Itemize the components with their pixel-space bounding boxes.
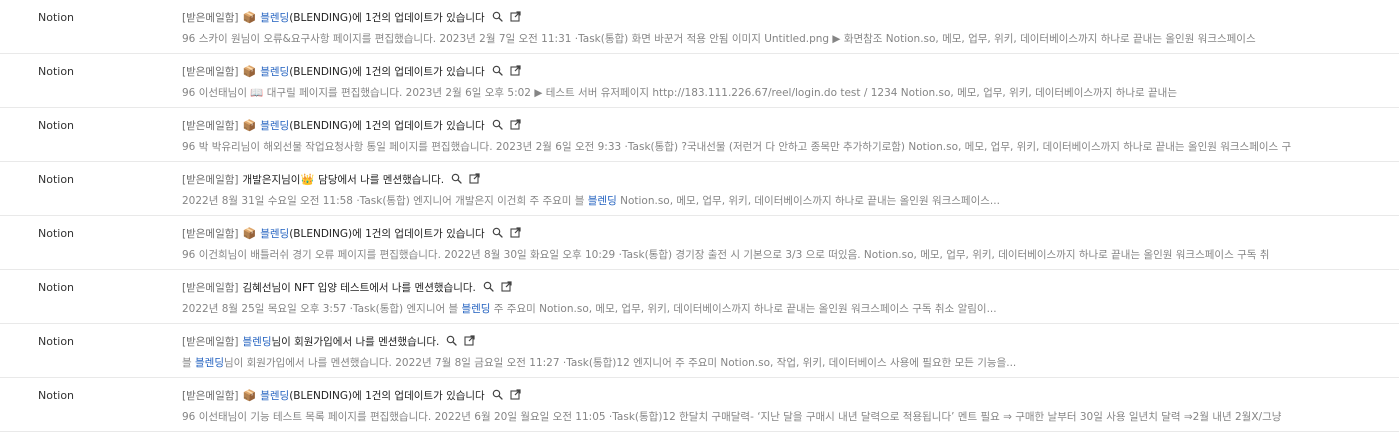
- open-external-icon[interactable]: [464, 334, 476, 346]
- subject-emoji-icon: 📦: [242, 388, 257, 402]
- mail-row[interactable]: Notion [받은메일함] 📦 블렌딩 (BLENDING)에 1건의 업데이트가 있…: [0, 54, 1399, 108]
- sender-name: Notion: [38, 65, 75, 78]
- workspace-link[interactable]: 블렌딩: [260, 118, 289, 133]
- subject-emoji-icon: 📦: [242, 64, 257, 78]
- search-icon[interactable]: [492, 11, 503, 22]
- mail-list: Notion [받은메일함] 📦 블렌딩 (BLENDING)에 1건의 업데이트가 있…: [0, 0, 1399, 437]
- open-external-icon[interactable]: [501, 280, 512, 292]
- subject-line[interactable]: [받은메일함] 📦 블렌딩 (BLENDING)에 1건의 업데이트가 있습니다: [182, 9, 521, 25]
- search-icon[interactable]: [492, 389, 503, 400]
- preview-text: 블: [182, 357, 195, 369]
- subject-line[interactable]: [받은메일함] 📦 블렌딩 (BLENDING)에 1건의 업데이트가 있습니다: [182, 225, 521, 241]
- preview-text: 96 이건희님이 배틀러쉬 경기 오류 페이지를 편집했습니다. 2022년 8…: [182, 249, 1270, 261]
- subject-text: (BLENDING)에 1건의 업데이트가 있습니다: [289, 119, 485, 132]
- message-preview: 블 블렌딩님이 회원가입에서 나를 멘션했습니다. 2022년 7월 8일 금요…: [182, 355, 1352, 370]
- message-preview: 2022년 8월 25일 목요일 오후 3:57 ·Task(통합) 엔지니어 …: [182, 301, 1352, 316]
- subject-emoji-icon: 📦: [242, 118, 257, 132]
- subject-text: 개발은지님이: [242, 173, 301, 186]
- workspace-link[interactable]: 블렌딩: [260, 10, 289, 25]
- subject-line[interactable]: [받은메일함] 📦 블렌딩 (BLENDING)에 1건의 업데이트가 있습니다: [182, 63, 521, 79]
- mail-row[interactable]: Notion [받은메일함] 김혜선님이 NFT 입양 테스트에서 나를 멘션했습니…: [0, 270, 1399, 324]
- subject-text: (BLENDING)에 1건의 업데이트가 있습니다: [289, 11, 485, 24]
- message-preview: 96 스카이 원님이 오류&요구사항 페이지를 편집했습니다. 2023년 2월…: [182, 31, 1352, 46]
- mail-row[interactable]: Notion [받은메일함] 블렌딩 님이 회원가입에서 나를 멘션했습니다. 블 블렌…: [0, 324, 1399, 378]
- subject-text: (BLENDING)에 1건의 업데이트가 있습니다: [289, 227, 485, 240]
- search-icon[interactable]: [483, 281, 494, 292]
- subject-emoji-icon: 👑: [300, 172, 315, 186]
- workspace-link[interactable]: 블렌딩: [260, 64, 289, 79]
- sender-name: Notion: [38, 173, 75, 186]
- preview-text: 2022년 8월 25일 목요일 오후 3:57 ·Task(통합) 엔지니어 …: [182, 303, 462, 315]
- sender-name: Notion: [38, 281, 75, 294]
- mailbox-tag: [받은메일함]: [182, 119, 239, 132]
- preview-text: 님이 회원가입에서 나를 멘션했습니다. 2022년 7월 8일 금요일 오전 …: [223, 357, 1017, 369]
- mail-row[interactable]: Notion [받은메일함] 📦 블렌딩 (BLENDING)에 1건의 업데이트가 있…: [0, 108, 1399, 162]
- subject-text: 김혜선님이 NFT 입양 테스트에서 나를 멘션했습니다.: [242, 281, 476, 294]
- sender-name: Notion: [38, 119, 75, 132]
- sender-name: Notion: [38, 227, 75, 240]
- subject-text: (BLENDING)에 1건의 업데이트가 있습니다: [289, 389, 485, 402]
- mail-row[interactable]: Notion [받은메일함] 📦 블렌딩 (BLENDING)에 1건의 업데이트가 있…: [0, 378, 1399, 432]
- preview-text: 주 주요미 Notion.so, 메모, 업무, 위키, 데이터베이스까지 하나…: [490, 303, 997, 315]
- message-preview: 2022년 8월 31일 수요일 오전 11:58 ·Task(통합) 엔지니어…: [182, 193, 1352, 208]
- sender-name: Notion: [38, 335, 75, 348]
- mailbox-tag: [받은메일함]: [182, 389, 239, 402]
- message-preview: 96 박 박유리님이 해외선물 작업요청사항 통일 페이지를 편집했습니다. 2…: [182, 139, 1352, 154]
- workspace-link[interactable]: 블렌딩: [260, 226, 289, 241]
- sender-name: Notion: [38, 389, 75, 402]
- subject-line[interactable]: [받은메일함] 📦 블렌딩 (BLENDING)에 1건의 업데이트가 있습니다: [182, 117, 521, 133]
- preview-text: 96 박 박유리님이 해외선물 작업요청사항 통일 페이지를 편집했습니다. 2…: [182, 141, 1292, 153]
- mailbox-tag: [받은메일함]: [182, 335, 239, 348]
- mailbox-tag: [받은메일함]: [182, 65, 239, 78]
- preview-text: 96 이선태님이 기능 테스트 목록 페이지를 편집했습니다. 2022년 6월…: [182, 411, 1282, 423]
- subject-line[interactable]: [받은메일함] 김혜선님이 NFT 입양 테스트에서 나를 멘션했습니다.: [182, 279, 512, 295]
- preview-workspace-link[interactable]: 블렌딩: [195, 357, 224, 369]
- mailbox-tag: [받은메일함]: [182, 227, 239, 240]
- open-external-icon[interactable]: [510, 226, 521, 238]
- subject-emoji-icon: 📦: [242, 10, 257, 24]
- search-icon[interactable]: [492, 227, 503, 238]
- mailbox-tag: [받은메일함]: [182, 281, 239, 294]
- open-external-icon[interactable]: [510, 10, 521, 22]
- search-icon[interactable]: [446, 335, 458, 346]
- subject-emoji-icon: 📦: [242, 226, 257, 240]
- preview-workspace-link[interactable]: 블렌딩: [461, 303, 490, 315]
- mail-row[interactable]: Notion [받은메일함] 개발은지님이 👑 담당에서 나를 멘션했습니다. 202…: [0, 162, 1399, 216]
- message-preview: 96 이건희님이 배틀러쉬 경기 오류 페이지를 편집했습니다. 2022년 8…: [182, 247, 1352, 262]
- open-external-icon[interactable]: [510, 388, 521, 400]
- open-external-icon[interactable]: [510, 64, 521, 76]
- subject-text: 담당에서 나를 멘션했습니다.: [318, 173, 445, 186]
- search-icon[interactable]: [492, 65, 503, 76]
- preview-text: 96 이선태님이 📖 대구릴 페이지를 편집했습니다. 2023년 2월 6일 …: [182, 87, 1177, 99]
- mail-row[interactable]: Notion [받은메일함] 📦 블렌딩 (BLENDING)에 1건의 업데이트가 있…: [0, 216, 1399, 270]
- preview-workspace-link[interactable]: 블렌딩: [588, 195, 617, 207]
- mail-row[interactable]: Notion [받은메일함] 📦 블렌딩 (BLENDING)에 1건의 업데이트가 있…: [0, 0, 1399, 54]
- search-icon[interactable]: [451, 173, 462, 184]
- workspace-link[interactable]: 블렌딩: [243, 334, 272, 349]
- preview-text: Notion.so, 메모, 업무, 위키, 데이터베이스까지 하나로 끝내는 …: [616, 195, 1000, 207]
- open-external-icon[interactable]: [510, 118, 521, 130]
- mailbox-tag: [받은메일함]: [182, 173, 239, 186]
- subject-text: (BLENDING)에 1건의 업데이트가 있습니다: [289, 65, 485, 78]
- subject-line[interactable]: [받은메일함] 개발은지님이 👑 담당에서 나를 멘션했습니다.: [182, 171, 480, 187]
- search-icon[interactable]: [492, 119, 503, 130]
- preview-text: 2022년 8월 31일 수요일 오전 11:58 ·Task(통합) 엔지니어…: [182, 195, 588, 207]
- open-external-icon[interactable]: [469, 172, 480, 184]
- message-preview: 96 이선태님이 📖 대구릴 페이지를 편집했습니다. 2023년 2월 6일 …: [182, 85, 1352, 100]
- preview-text: 96 스카이 원님이 오류&요구사항 페이지를 편집했습니다. 2023년 2월…: [182, 33, 1256, 45]
- subject-line[interactable]: [받은메일함] 📦 블렌딩 (BLENDING)에 1건의 업데이트가 있습니다: [182, 387, 521, 403]
- workspace-link[interactable]: 블렌딩: [260, 388, 289, 403]
- sender-name: Notion: [38, 11, 75, 24]
- mailbox-tag: [받은메일함]: [182, 11, 239, 24]
- subject-text: 님이 회원가입에서 나를 멘션했습니다.: [271, 335, 440, 348]
- subject-line[interactable]: [받은메일함] 블렌딩 님이 회원가입에서 나를 멘션했습니다.: [182, 333, 476, 349]
- message-preview: 96 이선태님이 기능 테스트 목록 페이지를 편집했습니다. 2022년 6월…: [182, 409, 1352, 424]
